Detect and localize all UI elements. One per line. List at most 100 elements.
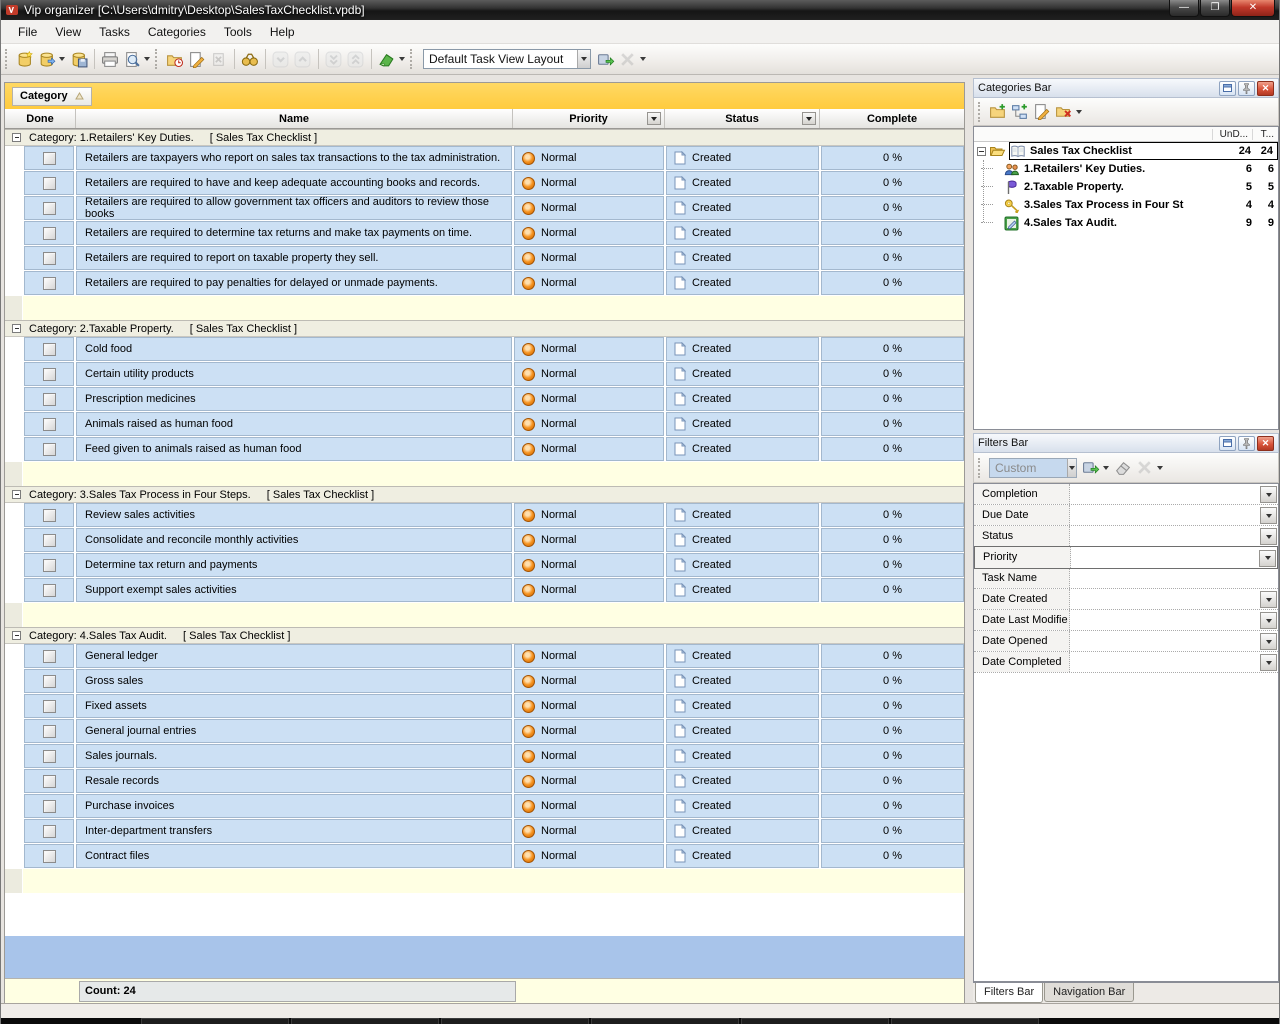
collapse-group-icon[interactable]: [12, 324, 21, 333]
categories-restore-panel-icon[interactable]: [1219, 81, 1236, 96]
task-done-checkbox[interactable]: [43, 202, 56, 215]
task-status-cell[interactable]: Created: [666, 819, 819, 843]
restore-button[interactable]: ❐: [1200, 0, 1230, 17]
task-row[interactable]: Retailers are required to pay penalties …: [5, 271, 964, 296]
task-priority-cell[interactable]: Normal: [514, 146, 664, 170]
task-name-cell[interactable]: General journal entries: [76, 719, 512, 743]
group-header[interactable]: Category: 3.Sales Tax Process in Four St…: [5, 486, 964, 503]
task-complete-cell[interactable]: 0 %: [821, 694, 964, 718]
task-row[interactable]: General journal entriesNormalCreated0 %: [5, 719, 964, 744]
tab-filters-bar[interactable]: Filters Bar: [975, 983, 1043, 1003]
task-name-cell[interactable]: Retailers are required to allow governme…: [76, 196, 512, 220]
task-status-cell[interactable]: Created: [666, 719, 819, 743]
toolbar-grip[interactable]: [978, 102, 983, 122]
filter-value-field[interactable]: [1071, 547, 1259, 568]
layout-combo-dropdown-icon[interactable]: [577, 50, 590, 68]
task-complete-cell[interactable]: 0 %: [821, 819, 964, 843]
move-down-icon[interactable]: [271, 49, 291, 69]
task-priority-cell[interactable]: Normal: [514, 271, 664, 295]
tree-item-main[interactable]: Sales Tax Checklist2424: [1009, 142, 1278, 160]
task-row[interactable]: Sales journals.NormalCreated0 %: [5, 744, 964, 769]
menu-tools[interactable]: Tools: [215, 22, 261, 42]
close-button[interactable]: ✕: [1231, 0, 1275, 17]
menu-categories[interactable]: Categories: [139, 22, 215, 42]
task-complete-cell[interactable]: 0 %: [821, 196, 964, 220]
filter-row-task-name[interactable]: Task Name: [974, 568, 1278, 589]
filter-row-due-date[interactable]: Due Date: [974, 505, 1278, 526]
task-priority-cell[interactable]: Normal: [514, 669, 664, 693]
task-row[interactable]: General ledgerNormalCreated0 %: [5, 644, 964, 669]
task-priority-cell[interactable]: Normal: [514, 528, 664, 552]
task-complete-cell[interactable]: 0 %: [821, 553, 964, 577]
task-status-cell[interactable]: Created: [666, 246, 819, 270]
task-status-cell[interactable]: Created: [666, 271, 819, 295]
task-name-cell[interactable]: Certain utility products: [76, 362, 512, 386]
find-icon[interactable]: [240, 49, 260, 69]
task-priority-cell[interactable]: Normal: [514, 719, 664, 743]
toolbar-grip[interactable]: [410, 49, 415, 69]
taskbar-item[interactable]: [291, 1018, 439, 1024]
task-complete-cell[interactable]: 0 %: [821, 412, 964, 436]
move-to-top-icon[interactable]: [346, 49, 366, 69]
filter-row-date-completed[interactable]: Date Completed: [974, 652, 1278, 673]
task-name-cell[interactable]: Determine tax return and payments: [76, 553, 512, 577]
menu-file[interactable]: File: [9, 22, 46, 42]
task-done-checkbox[interactable]: [43, 825, 56, 838]
task-complete-cell[interactable]: 0 %: [821, 719, 964, 743]
task-complete-cell[interactable]: 0 %: [821, 744, 964, 768]
column-header-done[interactable]: Done: [5, 109, 76, 128]
task-name-cell[interactable]: Review sales activities: [76, 503, 512, 527]
tree-item[interactable]: 3.Sales Tax Process in Four St44: [974, 196, 1278, 214]
filter-value-field[interactable]: [1070, 610, 1260, 630]
task-name-cell[interactable]: Contract files: [76, 844, 512, 868]
column-header-priority[interactable]: Priority: [513, 109, 665, 128]
dropdown-caret-icon[interactable]: [1157, 466, 1163, 470]
task-priority-cell[interactable]: Normal: [514, 644, 664, 668]
task-priority-cell[interactable]: Normal: [514, 337, 664, 361]
filter-row-date-created[interactable]: Date Created: [974, 589, 1278, 610]
task-complete-cell[interactable]: 0 %: [821, 387, 964, 411]
task-complete-cell[interactable]: 0 %: [821, 221, 964, 245]
task-name-cell[interactable]: General ledger: [76, 644, 512, 668]
task-name-cell[interactable]: Gross sales: [76, 669, 512, 693]
move-up-icon[interactable]: [293, 49, 313, 69]
dropdown-caret-icon[interactable]: [144, 57, 150, 61]
tree-item-main[interactable]: 2.Taxable Property.55: [1004, 178, 1278, 196]
task-status-cell[interactable]: Created: [666, 694, 819, 718]
tree-col-total[interactable]: T...: [1252, 129, 1278, 140]
new-subcategory-icon[interactable]: [1010, 102, 1030, 122]
task-complete-cell[interactable]: 0 %: [821, 644, 964, 668]
task-priority-cell[interactable]: Normal: [514, 387, 664, 411]
filter-dropdown-icon[interactable]: [1260, 633, 1277, 650]
apply-filter-icon[interactable]: [1081, 458, 1101, 478]
toolbar-grip[interactable]: [155, 49, 160, 69]
task-priority-cell[interactable]: Normal: [514, 221, 664, 245]
filter-value-field[interactable]: [1070, 484, 1260, 504]
tree-item[interactable]: 1.Retailers' Key Duties.66: [974, 160, 1278, 178]
task-name-cell[interactable]: Fixed assets: [76, 694, 512, 718]
task-done-checkbox[interactable]: [43, 443, 56, 456]
task-row[interactable]: Determine tax return and paymentsNormalC…: [5, 553, 964, 578]
task-name-cell[interactable]: Cold food: [76, 337, 512, 361]
task-name-cell[interactable]: Feed given to animals raised as human fo…: [76, 437, 512, 461]
task-priority-cell[interactable]: Normal: [514, 553, 664, 577]
task-complete-cell[interactable]: 0 %: [821, 246, 964, 270]
task-name-cell[interactable]: Retailers are required to have and keep …: [76, 171, 512, 195]
task-priority-cell[interactable]: Normal: [514, 694, 664, 718]
task-view-layout-combo[interactable]: Default Task View Layout: [423, 49, 591, 69]
minimize-button[interactable]: —: [1169, 0, 1199, 17]
task-row[interactable]: Retailers are required to have and keep …: [5, 171, 964, 196]
task-status-cell[interactable]: Created: [666, 669, 819, 693]
task-done-checkbox[interactable]: [43, 227, 56, 240]
filter-preset-combo[interactable]: Custom: [989, 458, 1077, 478]
task-status-cell[interactable]: Created: [666, 528, 819, 552]
task-status-cell[interactable]: Created: [666, 412, 819, 436]
task-priority-cell[interactable]: Normal: [514, 844, 664, 868]
task-done-checkbox[interactable]: [43, 700, 56, 713]
task-row[interactable]: Animals raised as human foodNormalCreate…: [5, 412, 964, 437]
task-priority-cell[interactable]: Normal: [514, 412, 664, 436]
tree-item[interactable]: 2.Taxable Property.55: [974, 178, 1278, 196]
task-complete-cell[interactable]: 0 %: [821, 503, 964, 527]
task-done-checkbox[interactable]: [43, 559, 56, 572]
task-priority-cell[interactable]: Normal: [514, 171, 664, 195]
